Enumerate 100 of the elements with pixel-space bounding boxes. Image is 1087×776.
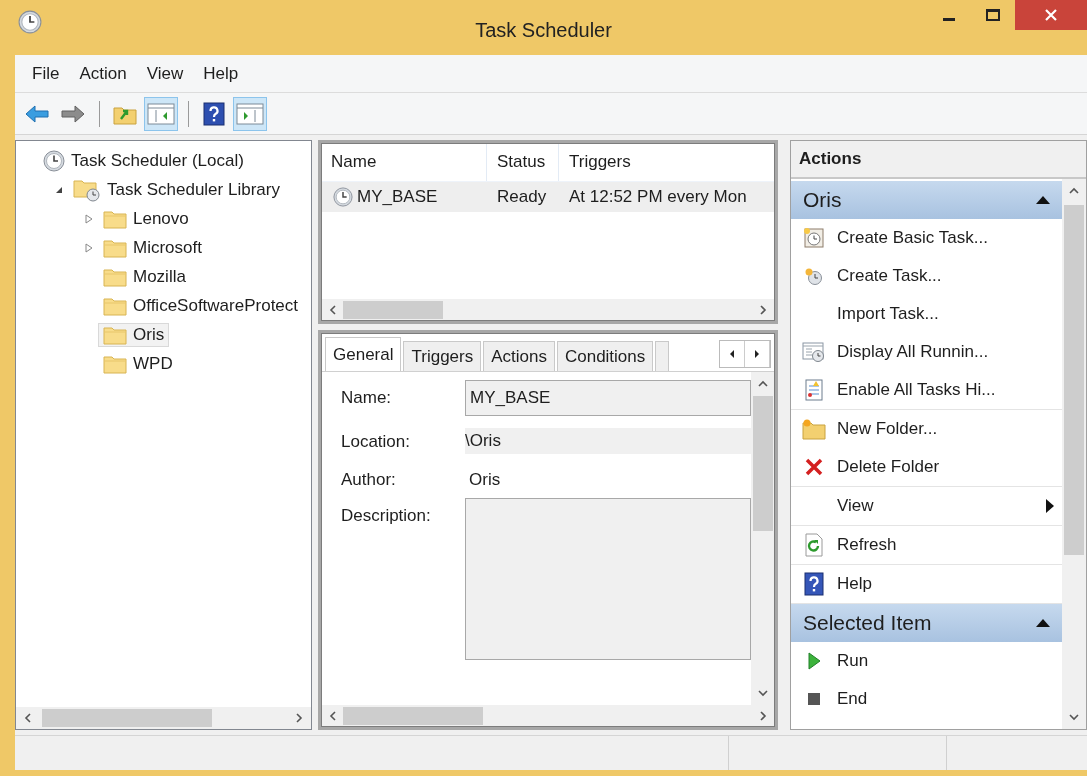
tab[interactable]: Triggers — [403, 341, 482, 371]
stop-icon — [806, 691, 822, 707]
folder-icon — [103, 324, 127, 345]
scrollbar-thumb[interactable] — [42, 709, 212, 727]
help-icon — [203, 101, 225, 126]
play-icon — [806, 652, 822, 670]
location-value: \Oris — [465, 428, 751, 454]
menu-item[interactable]: File — [22, 59, 70, 88]
field-label: Name: — [341, 387, 393, 408]
scroll-left-icon[interactable] — [22, 712, 34, 724]
table-cell: MY_BASE — [321, 182, 487, 212]
menu-item[interactable]: Action — [69, 59, 137, 88]
description-field[interactable] — [465, 498, 751, 660]
window-clock-icon — [802, 341, 826, 363]
collapse-triangle-icon[interactable] — [1036, 196, 1050, 204]
column-header[interactable]: Status — [487, 143, 559, 181]
pane-command[interactable]: Import Task... — [791, 295, 1054, 333]
field-label: Author: — [341, 469, 397, 490]
pane-title: Actions — [791, 141, 1086, 179]
scroll-right-icon — [754, 349, 760, 359]
group-header[interactable]: Oris — [791, 181, 1062, 219]
pane-command[interactable]: Help — [791, 565, 1054, 603]
clock-icon — [43, 149, 65, 172]
expanded-arrow-icon[interactable] — [55, 185, 63, 194]
pane-command[interactable]: Display All Runnin... — [791, 333, 1054, 371]
pane-command[interactable]: Create Basic Task... — [791, 219, 1054, 257]
tree-item[interactable]: Task Scheduler Library — [68, 175, 285, 204]
table-cell: Ready — [487, 182, 559, 212]
app-clock-icon — [18, 10, 42, 34]
maximize-icon — [986, 9, 1000, 21]
horizontal-scrollbar[interactable] — [321, 299, 775, 321]
scrollbar-thumb[interactable] — [753, 396, 773, 531]
pane-command[interactable]: Run — [791, 642, 1054, 680]
pane-command[interactable]: View — [791, 487, 1054, 525]
task-clock-icon — [333, 187, 353, 207]
back-arrow-icon — [24, 102, 50, 125]
column-header[interactable]: Triggers — [559, 143, 775, 181]
tree-item[interactable]: WPD — [98, 351, 178, 376]
tree-item[interactable]: Oris — [98, 322, 170, 347]
scroll-down-icon[interactable] — [757, 687, 769, 699]
horizontal-scrollbar[interactable] — [16, 707, 311, 729]
scroll-right-icon[interactable] — [757, 710, 769, 722]
task-row[interactable]: MY_BASE Ready At 12:52 PM every Mon — [321, 182, 775, 212]
scroll-down-icon[interactable] — [1068, 711, 1080, 723]
scrollbar-thumb[interactable] — [1064, 205, 1084, 555]
tree-item[interactable]: Mozilla — [98, 264, 191, 289]
pane-command[interactable]: Refresh — [791, 526, 1054, 564]
scroll-left-icon — [729, 349, 735, 359]
pane-command[interactable]: Enable All Tasks Hi... — [791, 371, 1054, 409]
name-field[interactable]: MY_BASE — [465, 380, 751, 416]
folder-icon — [103, 353, 127, 374]
folder-icon — [103, 208, 127, 229]
tree-item[interactable]: Lenovo — [98, 206, 194, 231]
pane-command[interactable]: Delete Folder — [791, 448, 1054, 486]
collapsed-arrow-icon[interactable] — [85, 242, 93, 253]
refresh-page-icon — [804, 533, 824, 557]
scrollbar-thumb[interactable] — [343, 301, 443, 319]
tab[interactable]: Actions — [483, 341, 555, 371]
scrollbar-thumb[interactable] — [343, 707, 483, 725]
tab-scroll-buttons[interactable] — [719, 340, 771, 368]
scroll-left-icon[interactable] — [327, 710, 339, 722]
collapse-triangle-icon[interactable] — [1036, 619, 1050, 627]
menu-item[interactable]: Help — [193, 59, 249, 88]
table-cell: At 12:52 PM every Mon — [559, 182, 775, 212]
tab[interactable]: Conditions — [556, 341, 654, 371]
close-button[interactable] — [1015, 0, 1087, 30]
group-header[interactable]: Selected Item — [791, 604, 1062, 642]
pane-command[interactable]: End — [791, 680, 1054, 718]
folder-clock-icon — [73, 177, 101, 202]
tree-item[interactable]: OfficeSoftwareProtect — [98, 293, 304, 318]
folder-icon — [103, 237, 127, 258]
scroll-left-icon[interactable] — [327, 304, 339, 316]
folder-icon — [103, 266, 127, 287]
pane-command[interactable]: Create Task... — [791, 257, 1054, 295]
forward-arrow-icon — [60, 102, 86, 125]
collapsed-arrow-icon[interactable] — [85, 213, 93, 224]
folder-icon — [103, 295, 127, 316]
tree-item[interactable]: Task Scheduler (Local) — [38, 147, 249, 174]
delete-x-icon — [804, 457, 824, 477]
menu-item[interactable]: View — [136, 59, 194, 88]
new-folder-icon — [802, 418, 826, 440]
author-value: Oris — [468, 469, 502, 490]
minimize-icon — [943, 18, 955, 21]
pane-command[interactable]: New Folder... — [791, 410, 1054, 448]
vertical-scrollbar[interactable] — [1062, 179, 1086, 729]
notepad-icon — [803, 378, 825, 402]
tree-item[interactable]: Microsoft — [98, 235, 207, 260]
help-icon — [804, 572, 824, 596]
calendar-clock-icon — [803, 227, 825, 249]
scroll-right-icon[interactable] — [757, 304, 769, 316]
group-title: Selected Item — [803, 611, 932, 635]
field-label: Description: — [341, 505, 432, 526]
horizontal-scrollbar[interactable] — [321, 705, 775, 727]
field-label: Location: — [341, 431, 411, 452]
vertical-scrollbar[interactable] — [751, 372, 775, 705]
submenu-arrow-icon — [1046, 499, 1054, 513]
column-header[interactable]: Name — [321, 143, 487, 181]
tab[interactable]: General — [325, 337, 402, 371]
scroll-right-icon[interactable] — [293, 712, 305, 724]
panel-left-icon — [147, 101, 175, 126]
